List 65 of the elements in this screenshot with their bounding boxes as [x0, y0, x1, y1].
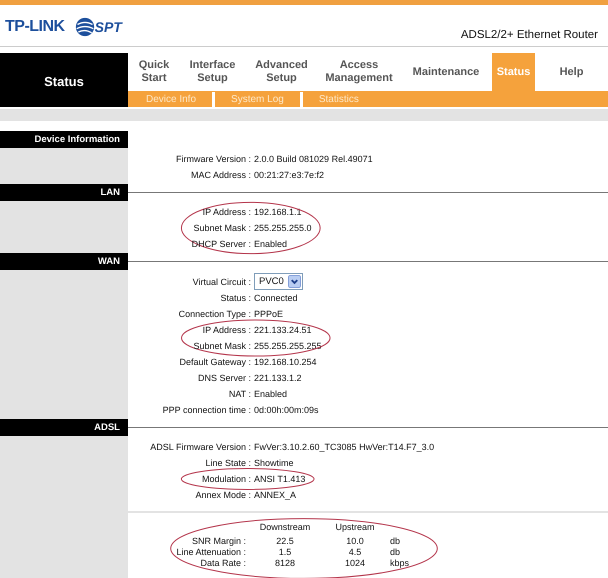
unit-label: db	[390, 536, 402, 547]
nav-tab[interactable]: Interface Setup	[180, 53, 245, 91]
section-title-panel: Status	[0, 53, 128, 107]
field-label: Status :	[219, 292, 251, 305]
field-value: 00:21:27:e3:7e:f2	[254, 169, 326, 182]
stat-value: 1024	[344, 558, 366, 569]
nav-tab[interactable]: Maintenance	[400, 53, 492, 91]
stat-label: SNR Margin :	[190, 536, 247, 547]
section-header: Device Information	[0, 131, 128, 148]
field-label: MAC Address :	[190, 169, 251, 182]
field-value: Connected	[254, 292, 299, 305]
field-label: Annex Mode :	[194, 489, 251, 502]
field-value: PPPoE	[254, 308, 284, 321]
field-value: Enabled	[254, 238, 288, 251]
field-label: ADSL Firmware Version :	[149, 441, 251, 454]
nav-tab[interactable]: Access Management	[318, 53, 400, 91]
field-value: ANNEX_A	[254, 489, 296, 502]
field-value: FwVer:3.10.2.60_TC3085 HwVer:T14.F7_3.0	[254, 441, 434, 454]
nav-tab[interactable]: Advanced Setup	[245, 53, 318, 91]
circuit-dropdown[interactable]: PVC0	[254, 273, 303, 290]
nav-tab[interactable]: Quick Start	[128, 53, 180, 91]
field-value: Showtime	[254, 457, 295, 470]
column-header: Downstream	[258, 522, 312, 534]
field-label: Default Gateway :	[178, 356, 251, 369]
field-label: IP Address :	[202, 206, 251, 219]
stat-label: Data Rate :	[199, 558, 247, 569]
column-header: Upstream	[334, 522, 376, 534]
field-value: 255.255.255.0	[254, 222, 312, 235]
product-name: ADSL2/2+ Ethernet Router	[460, 29, 598, 41]
field-label: Line State :	[204, 457, 251, 470]
field-label: Firmware Version :	[174, 153, 251, 166]
field-label: NAT :	[228, 388, 251, 401]
field-value: 0d:00h:00m:09s	[254, 404, 319, 417]
field-value: 2.0.0 Build 081029 Rel.49071	[254, 153, 373, 166]
partner-logo: SPT	[94, 19, 122, 35]
stat-value: 10.0	[345, 536, 365, 547]
nav-tab[interactable]: Help	[535, 53, 608, 91]
field-label: Virtual Circuit :	[192, 276, 251, 288]
field-value: 192.168.1.1	[254, 206, 303, 219]
field-label: Subnet Mask :	[192, 222, 251, 235]
field-value: Enabled	[254, 388, 288, 401]
section-header: LAN	[0, 184, 128, 201]
field-label: Connection Type :	[178, 308, 251, 321]
section-header: WAN	[0, 253, 128, 270]
field-label: DNS Server :	[196, 372, 251, 385]
globe-icon	[74, 17, 95, 37]
stat-value: 4.5	[348, 547, 362, 558]
unit-label: kbps	[390, 558, 410, 569]
field-label: IP Address :	[202, 324, 251, 337]
brand-logo: TP-LINK	[5, 18, 65, 36]
field-value: 221.133.24.51	[254, 324, 313, 337]
section-header: ADSL	[0, 419, 128, 436]
field-value: 221.133.1.2	[254, 372, 303, 385]
chevron-down-icon	[288, 275, 301, 288]
field-value: 255.255.255.255	[254, 340, 322, 353]
stat-label: Line Attenuation :	[175, 547, 247, 558]
stat-value: 22.5	[275, 536, 295, 547]
field-label: PPP connection time :	[162, 404, 251, 417]
stat-value: 8128	[274, 558, 296, 569]
field-value: 192.168.10.254	[254, 356, 318, 369]
field-value: ANSI T1.413	[254, 473, 306, 486]
unit-label: db	[390, 547, 402, 558]
field-label: Modulation :	[200, 473, 251, 486]
field-label: Subnet Mask :	[192, 340, 251, 353]
stat-value: 1.5	[278, 547, 292, 558]
